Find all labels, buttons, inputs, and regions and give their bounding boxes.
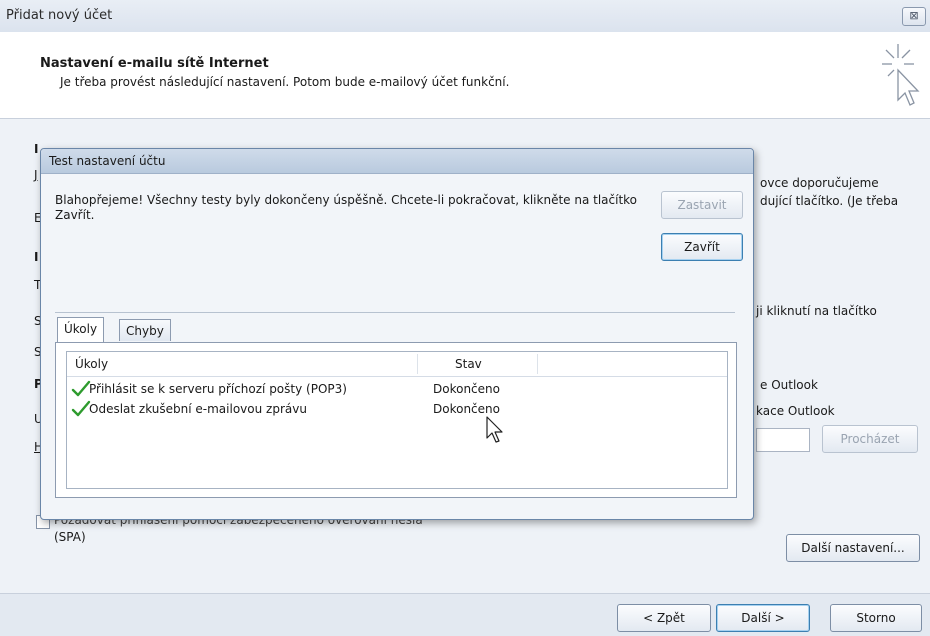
back-button[interactable]: < Zpět bbox=[617, 604, 711, 632]
tab-errors[interactable]: Chyby bbox=[119, 319, 171, 341]
tab-tasks[interactable]: Úkoly bbox=[57, 317, 105, 342]
close-dialog-button[interactable]: Zavřít bbox=[661, 233, 743, 261]
header-title: Nastavení e-mailu sítě Internet bbox=[40, 56, 269, 71]
bg-fragment: e Outlook bbox=[760, 378, 818, 392]
bg-fragment: ovce doporučujeme bbox=[760, 176, 879, 190]
spa-label-cont: (SPA) bbox=[54, 530, 86, 544]
header-subtitle: Je třeba provést následující nastavení. … bbox=[60, 75, 510, 89]
column-header-status[interactable]: Stav bbox=[455, 357, 482, 371]
bg-fragment: ji kliknutí na tlačítko bbox=[756, 304, 877, 318]
task-status: Dokončeno bbox=[433, 402, 500, 416]
table-row[interactable]: Přihlásit se k serveru příchozí pošty (P… bbox=[67, 380, 727, 400]
browse-button[interactable]: Procházet bbox=[822, 425, 918, 453]
test-dialog-title: Test nastavení účtu bbox=[49, 154, 166, 168]
outer-window-title: Přidat nový účet bbox=[6, 8, 113, 23]
task-name: Odeslat zkušební e-mailovou zprávu bbox=[89, 402, 307, 416]
task-list[interactable]: Úkoly Stav Přihlásit se k serveru přícho… bbox=[66, 351, 728, 489]
sparkle-cursor-icon bbox=[882, 44, 920, 106]
bg-fragment: I bbox=[34, 250, 39, 264]
column-divider bbox=[417, 354, 418, 374]
task-name: Přihlásit se k serveru příchozí pošty (P… bbox=[89, 382, 347, 396]
success-message: Blahopřejeme! Všechny testy byly dokonče… bbox=[55, 193, 638, 222]
bg-fragment: I bbox=[34, 142, 39, 156]
divider bbox=[55, 312, 735, 313]
tab-strip: Úkoly Chyby bbox=[55, 317, 735, 343]
check-icon bbox=[71, 400, 91, 417]
outer-titlebar: Přidat nový účet ⊠ bbox=[0, 0, 930, 32]
column-divider bbox=[537, 354, 538, 374]
bg-fragment: kace Outlook bbox=[756, 404, 835, 418]
table-row[interactable]: Odeslat zkušební e-mailovou zprávu Dokon… bbox=[67, 400, 727, 420]
test-settings-dialog: Test nastavení účtu Blahopřejeme! Všechn… bbox=[40, 148, 754, 520]
stop-button[interactable]: Zastavit bbox=[661, 191, 743, 219]
cancel-button[interactable]: Storno bbox=[830, 604, 922, 632]
test-dialog-titlebar: Test nastavení účtu bbox=[41, 149, 753, 174]
mouse-cursor-icon bbox=[486, 416, 503, 443]
column-header-tasks[interactable]: Úkoly bbox=[75, 357, 108, 371]
tab-panel-tasks: Úkoly Stav Přihlásit se k serveru přícho… bbox=[55, 342, 737, 498]
bg-fragment: J bbox=[34, 168, 38, 182]
close-button[interactable]: ⊠ bbox=[902, 7, 926, 26]
file-path-field[interactable] bbox=[756, 428, 810, 452]
next-button[interactable]: Další > bbox=[716, 604, 810, 632]
task-status: Dokončeno bbox=[433, 382, 500, 396]
check-icon bbox=[71, 380, 91, 397]
bg-fragment: dující tlačítko. (Je třeba bbox=[760, 194, 899, 208]
more-settings-button[interactable]: Další nastavení... bbox=[786, 534, 920, 562]
list-header: Úkoly Stav bbox=[67, 352, 727, 377]
